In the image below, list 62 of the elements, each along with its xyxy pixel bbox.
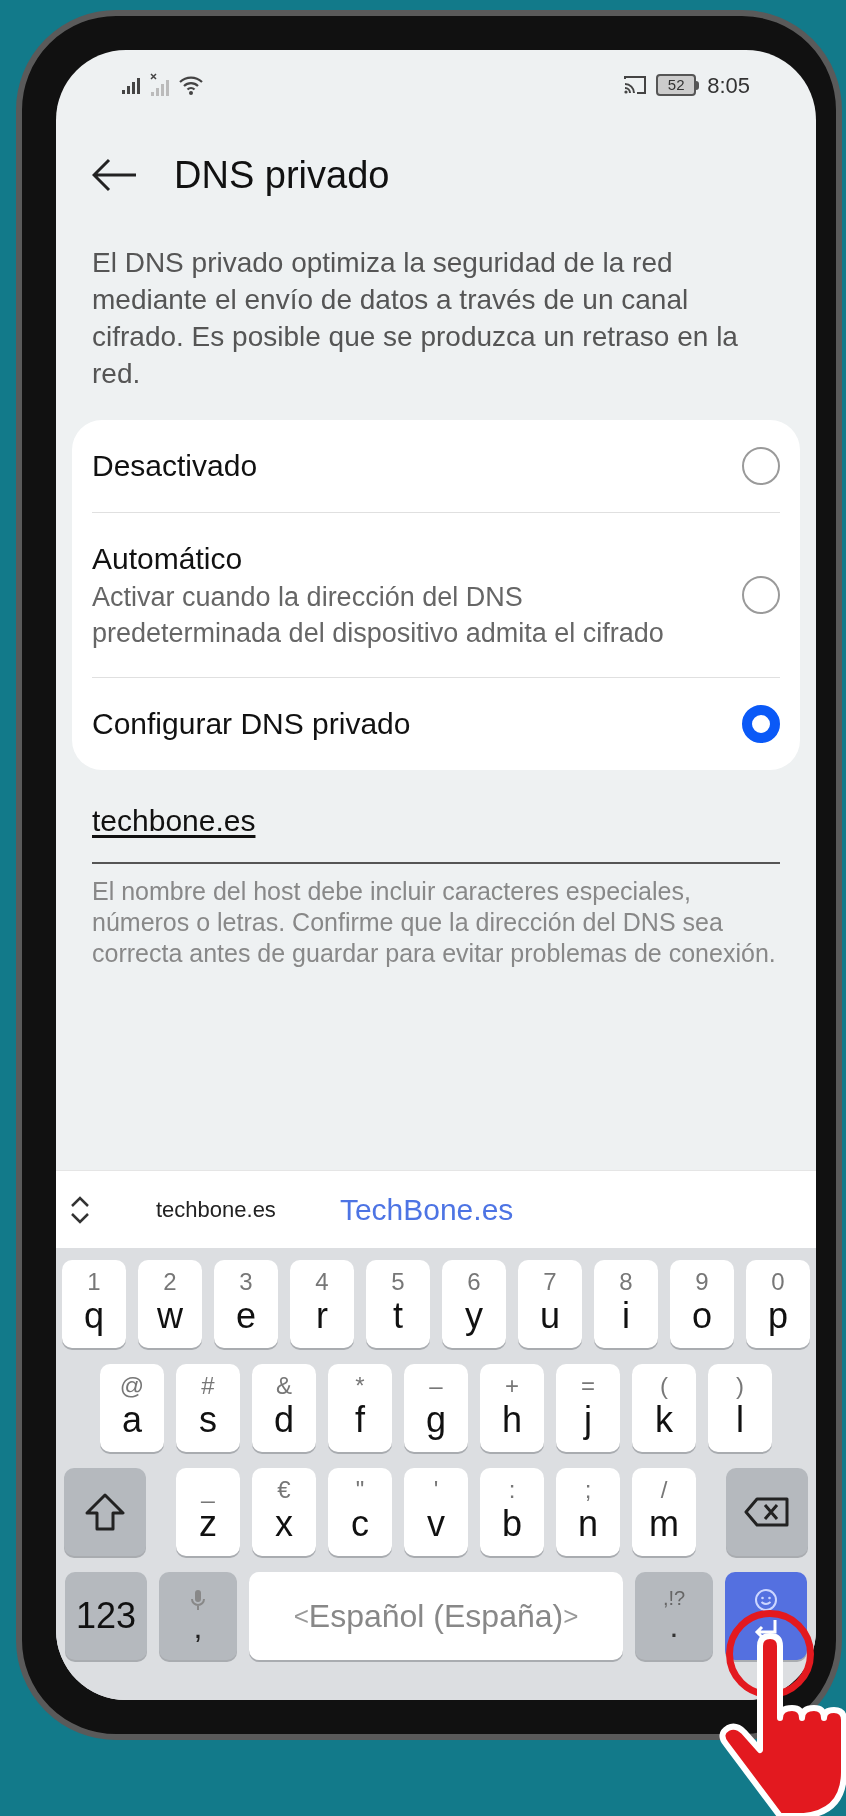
emoji-icon [754,1588,778,1612]
keyboard-key[interactable]: ( k [632,1364,696,1452]
microphone-icon [191,1589,205,1611]
option-row[interactable]: Desactivado [92,420,780,513]
keyboard-key[interactable]: * f [328,1364,392,1452]
keyboard-key[interactable]: 4 r [290,1260,354,1348]
option-description: Activar cuando la dirección del DNS predeterminada del dispositivo admita el cifrado [92,581,665,650]
keyboard-key[interactable]: : b [480,1468,544,1556]
left-arrow: < [293,1599,309,1633]
keyboard-key[interactable]: = j [556,1364,620,1452]
keyboard-key[interactable]: / m [632,1468,696,1556]
option-label: Configurar DNS privado [92,706,411,742]
hostname-field[interactable]: techbone.es [92,778,780,864]
radio-button[interactable] [742,705,780,743]
backspace-icon [743,1496,791,1528]
back-arrow-icon[interactable] [92,158,138,192]
keyboard-language: Español (España) [308,1597,564,1636]
shift-icon [83,1492,127,1532]
radio-button[interactable] [742,576,780,614]
keyboard-key[interactable]: 9 o [670,1260,734,1348]
keyboard-key[interactable]: 1 q [62,1260,126,1348]
battery-icon: 52 [656,74,700,96]
wifi-icon [178,74,204,96]
description-text: El DNS privado optimiza la seguridad de la red mediante el envío de datos a través de un canal cifrado. Es posible que se produzca un retraso en la red. [91,246,739,391]
option-row[interactable]: Automático Activar cuando la dirección del DNS predeterminada del dispositivo admita el cifrado [92,513,780,678]
keyboard-key[interactable]: 2 w [138,1260,202,1348]
keyboard-key[interactable]: 7 u [518,1260,582,1348]
keyboard-key[interactable]: ) l [708,1364,772,1452]
backspace-key[interactable] [726,1468,808,1556]
keyboard-key[interactable]: – g [404,1364,468,1452]
space-key[interactable]: <Español (España)> [249,1572,623,1660]
option-label: Desactivado [92,448,258,484]
suggestion-chip[interactable]: techbone.es [156,1193,276,1226]
keyboard-key[interactable]: " c [328,1468,392,1556]
keyboard-key[interactable]: 6 y [442,1260,506,1348]
keyboard-key[interactable]: 0 p [746,1260,810,1348]
keyboard-key[interactable]: 8 i [594,1260,658,1348]
keyboard-key[interactable]: & d [252,1364,316,1452]
option-row[interactable]: Configurar DNS privado [92,678,780,770]
keyboard-key[interactable]: ; n [556,1468,620,1556]
page-title: DNS privado [174,152,390,198]
radio-button[interactable] [742,447,780,485]
keyboard-key[interactable]: 5 t [366,1260,430,1348]
cast-icon [622,74,649,96]
clock: 8:05 [707,71,750,100]
right-arrow: > [563,1599,579,1633]
keyboard-key[interactable]: € x [252,1468,316,1556]
keyboard-key[interactable]: _ z [176,1468,240,1556]
keyboard-key[interactable]: # s [176,1364,240,1452]
keyboard-key[interactable]: ' v [404,1468,468,1556]
shift-key[interactable] [64,1468,146,1556]
helper-text: El nombre del host debe incluir caracteres especiales, números o letras. Confirme que la dirección del DNS sea correcta antes de guardar para evitar problemas de conexión. [91,876,777,969]
comma-key[interactable]: , [159,1572,237,1660]
expand-collapse-icon[interactable] [68,1194,92,1225]
keyboard-key[interactable]: 3 e [214,1260,278,1348]
keyboard-key[interactable]: + h [480,1364,544,1452]
period-key[interactable]: ,!? . [635,1572,713,1660]
suggestion-chip[interactable]: TechBone.es [339,1187,514,1232]
numbers-key[interactable]: 123 [65,1572,147,1660]
keyboard-key[interactable]: @ a [100,1364,164,1452]
no-signal-icon [150,73,172,97]
option-label: Automático [92,541,244,577]
